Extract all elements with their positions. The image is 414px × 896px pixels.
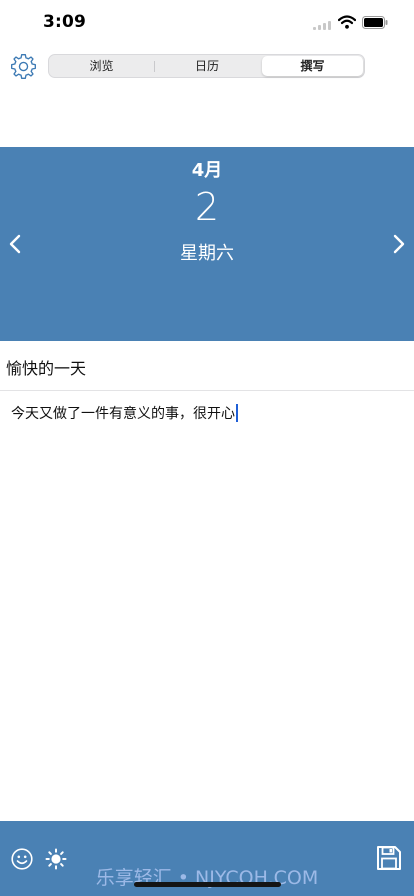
view-mode-segmented-control: 浏览 日历 撰写 [48, 54, 365, 78]
entry-title-field[interactable]: 愉快的一天 [6, 355, 86, 379]
date-weekday: 星期六 [180, 243, 234, 264]
chevron-left-icon[interactable] [7, 233, 23, 255]
divider [0, 390, 414, 391]
date-month: 4月 [191, 160, 223, 181]
bottom-toolbar: 乐享轻汇 • NJYCQH.COM [0, 821, 414, 896]
battery-icon [362, 16, 388, 29]
entry-body-field[interactable]: 今天又做了一件有意义的事，很开心 [11, 403, 238, 423]
tab-calendar[interactable]: 日历 [155, 56, 259, 76]
tab-browse[interactable]: 浏览 [50, 56, 153, 76]
status-bar: 3:09 [0, 0, 414, 46]
cellular-signal-icon [313, 20, 333, 30]
gear-icon[interactable] [10, 53, 37, 80]
date-panel: 4月 2 星期六 [0, 147, 414, 341]
tab-compose[interactable]: 撰写 [262, 56, 363, 76]
wifi-icon [338, 15, 356, 29]
entry-body-text: 今天又做了一件有意义的事，很开心 [11, 406, 235, 422]
home-indicator [134, 882, 281, 887]
chevron-right-icon[interactable] [391, 233, 407, 255]
date-day: 2 [194, 185, 220, 229]
text-caret [236, 404, 238, 422]
status-time: 3:09 [43, 12, 87, 32]
